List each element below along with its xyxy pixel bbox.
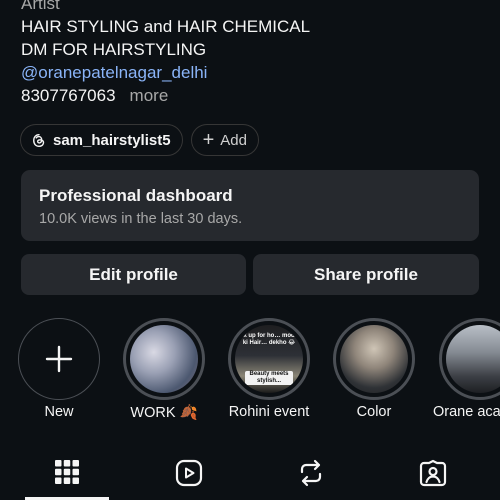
highlight-ring (439, 318, 500, 400)
highlight-work[interactable]: WORK 🍂 (122, 318, 206, 421)
highlight-ring (123, 318, 205, 400)
highlight-label: Color (356, 404, 392, 420)
add-link-button[interactable]: + Add (190, 124, 259, 156)
highlight-rohini-event[interactable]: ...ck up for ho… models ki Hair… dekho 😂… (227, 318, 311, 420)
dashboard-subtitle: 10.0K views in the last 30 days. (39, 211, 243, 227)
bio-handle-link[interactable]: @oranepatelnagar_delhi (21, 61, 481, 84)
tab-reels[interactable] (147, 447, 231, 500)
highlight-cover-image (130, 325, 198, 393)
new-highlight-ring (18, 318, 100, 400)
tab-reposts[interactable] (269, 447, 353, 500)
tab-posts-grid[interactable] (25, 447, 109, 500)
grid-icon (55, 460, 79, 484)
plus-icon (45, 345, 73, 373)
highlight-label: Rohini event (228, 404, 310, 420)
highlight-cover-image (446, 325, 500, 393)
profile-links: sam_hairstylist5 + Add (20, 124, 259, 156)
highlight-label: Orane aca (433, 404, 500, 420)
bio-line: HAIR STYLING and HAIR CHEMICAL (21, 17, 311, 36)
cover-caption: Beauty meets stylish... (245, 371, 293, 385)
bio-contact-line: 8307767063 more (21, 84, 481, 107)
bio-more-link[interactable]: more (130, 86, 169, 105)
plus-icon: + (202, 129, 215, 151)
dashboard-title: Professional dashboard (39, 186, 233, 205)
profile-tabs (0, 447, 500, 500)
threads-handle: sam_hairstylist5 (53, 131, 171, 149)
tab-tagged[interactable] (391, 447, 475, 500)
edit-profile-button[interactable]: Edit profile (21, 254, 246, 295)
highlight-orane-academy[interactable]: Orane aca (433, 318, 500, 420)
profile-category: Artist (21, 0, 60, 13)
highlight-color[interactable]: Color (332, 318, 416, 420)
highlight-cover-image (340, 325, 408, 393)
threads-chip[interactable]: sam_hairstylist5 (20, 124, 183, 156)
reels-icon (175, 459, 203, 487)
highlight-label: New (44, 404, 74, 420)
share-profile-button[interactable]: Share profile (253, 254, 479, 295)
professional-dashboard[interactable]: Professional dashboard 10.0K views in th… (21, 170, 479, 241)
cover-caption: ...ck up for ho… models ki Hair… dekho 😂 (235, 333, 303, 346)
highlight-cover-image: ...ck up for ho… models ki Hair… dekho 😂… (235, 325, 303, 393)
reposts-icon (300, 459, 322, 487)
threads-icon (33, 133, 45, 147)
highlight-new[interactable]: New (17, 318, 101, 420)
bio-phone: 8307767063 (21, 86, 116, 105)
profile-bio: Artist HAIR STYLING and HAIR CHEMICAL DM… (21, 0, 481, 107)
highlight-label: WORK 🍂 (130, 405, 198, 421)
highlight-ring: ...ck up for ho… models ki Hair… dekho 😂… (228, 318, 310, 400)
bio-line: DM FOR HAIRSTYLING (21, 40, 207, 59)
add-link-label: Add (220, 131, 247, 149)
highlight-ring (333, 318, 415, 400)
tagged-icon (419, 459, 447, 487)
